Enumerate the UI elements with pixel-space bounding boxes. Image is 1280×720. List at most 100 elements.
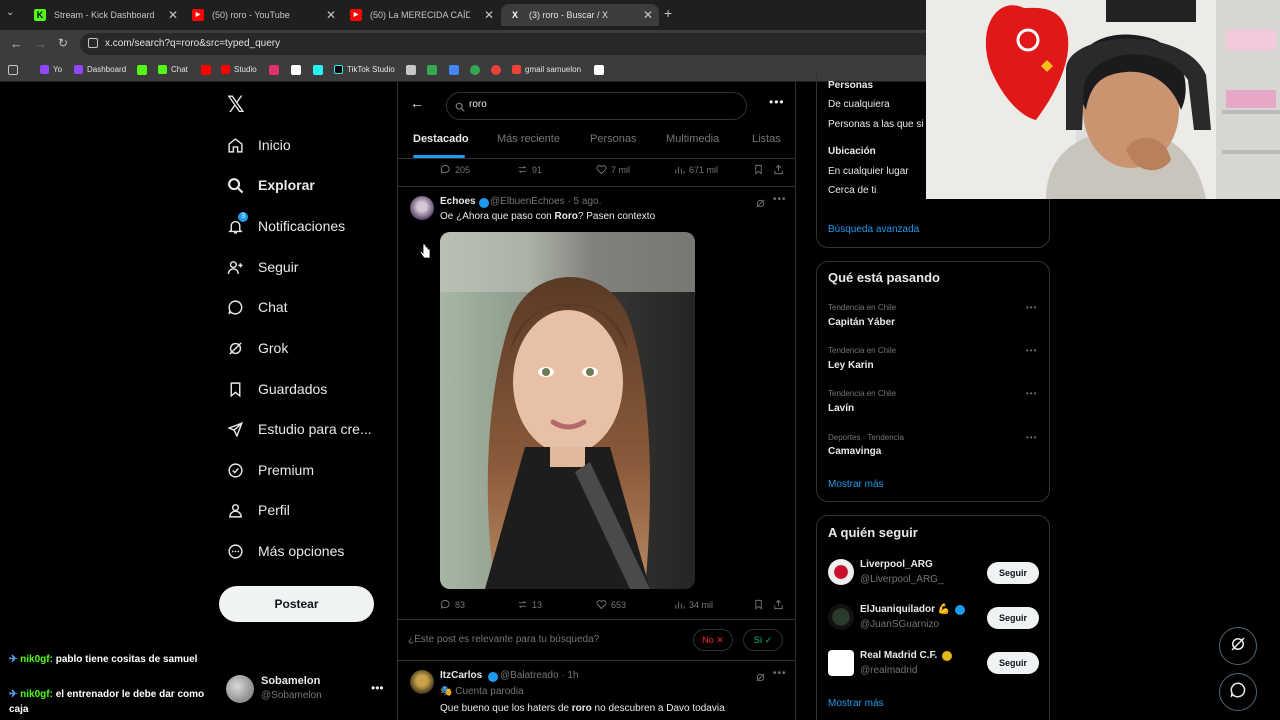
bookmark-tiktok-studio[interactable]: TikTok Studio [334, 65, 395, 74]
new-tab-icon[interactable]: + [664, 5, 672, 21]
bookmark-icon-4[interactable] [470, 65, 480, 75]
bookmark-gmail[interactable]: gmail samuelon [512, 65, 581, 74]
bookmark-icon-3[interactable] [449, 65, 459, 75]
filter-option-cualquier-lugar[interactable]: En cualquier lugar [828, 166, 909, 177]
avatar[interactable] [410, 670, 434, 694]
trend-more-icon[interactable]: ••• [1026, 303, 1037, 312]
sidebar-item-mas-opciones[interactable]: Más opciones [226, 536, 344, 566]
relevance-prompt: ¿Este post es relevante para tu búsqueda… [398, 620, 795, 660]
search-box[interactable] [446, 92, 747, 120]
filter-option-cerca-de-ti[interactable]: Cerca de ti [828, 185, 876, 196]
sidebar-item-grok[interactable]: Grok [226, 333, 288, 363]
sidebar-item-notificaciones[interactable]: 3 Notificaciones [226, 211, 345, 241]
kick-bookmark-icon[interactable] [137, 65, 147, 75]
instagram-bookmark-icon[interactable] [269, 65, 279, 75]
bookmark-chat[interactable]: Chat [158, 65, 188, 74]
filter-option-de-cualquiera[interactable]: De cualquiera [828, 99, 890, 110]
post-button[interactable]: Postear [219, 586, 374, 622]
account-switcher[interactable]: Sobamelon @Sobamelon ••• [226, 671, 386, 707]
apps-grid-icon[interactable] [8, 65, 18, 75]
sidebar-item-chat[interactable]: Chat [226, 292, 288, 322]
avatar[interactable] [828, 650, 854, 676]
bookmark-icon[interactable] [753, 599, 768, 610]
tweet-author-name[interactable]: ItzCarlos [440, 670, 482, 681]
grok-icon[interactable] [755, 670, 766, 688]
close-tab-icon[interactable]: ✕ [643, 8, 653, 22]
reload-icon[interactable]: ↻ [58, 36, 68, 50]
share-icon[interactable] [773, 599, 788, 610]
show-more-follow-link[interactable]: Mostrar más [828, 698, 884, 709]
follow-button[interactable]: Seguir [987, 562, 1039, 584]
like-button[interactable]: 7 mil [596, 164, 630, 175]
repost-button[interactable]: 13 [517, 599, 542, 610]
search-more-icon[interactable]: ••• [769, 95, 785, 109]
tab-destacado[interactable]: Destacado [413, 133, 469, 145]
tweet-photo[interactable] [440, 232, 695, 589]
follow-button[interactable]: Seguir [987, 607, 1039, 629]
tweet-more-icon[interactable]: ••• [773, 194, 787, 205]
sidebar-item-guardados[interactable]: Guardados [226, 374, 327, 404]
trend-more-icon[interactable]: ••• [1026, 389, 1037, 398]
sidebar-item-premium[interactable]: Premium [226, 455, 314, 485]
close-tab-icon[interactable]: ✕ [168, 8, 178, 22]
relevance-no-button[interactable]: No ✕ [693, 629, 733, 651]
grok-icon[interactable] [755, 196, 766, 214]
site-info-icon[interactable] [88, 38, 98, 48]
reply-button[interactable]: 83 [440, 599, 465, 610]
youtube-bookmark-icon[interactable] [201, 65, 211, 75]
tab-personas[interactable]: Personas [590, 133, 636, 145]
tab-mas-reciente[interactable]: Más reciente [497, 133, 560, 145]
sidebar-item-perfil[interactable]: Perfil [226, 495, 290, 525]
relevance-yes-button[interactable]: Sí ✓ [743, 629, 783, 651]
browser-tab-youtube-1[interactable]: ▶ (50) roro - YouTube ✕ [184, 4, 342, 26]
tab-listas[interactable]: Listas [752, 133, 781, 145]
bookmark-icon-6[interactable] [594, 65, 604, 75]
x-logo-icon[interactable]: 𝕏 [227, 93, 245, 118]
share-icon[interactable] [773, 164, 788, 175]
bookmark-studio[interactable]: Studio [221, 65, 257, 74]
browser-tab-kick[interactable]: K Stream - Kick Dashboard ✕ [26, 4, 184, 26]
avatar[interactable] [410, 196, 434, 220]
views-button[interactable]: 34 mil [674, 599, 713, 610]
like-button[interactable]: 653 [596, 599, 626, 610]
advanced-search-link[interactable]: Búsqueda avanzada [828, 224, 919, 235]
grok-float-button[interactable] [1219, 627, 1257, 665]
reply-button[interactable]: 205 [440, 164, 470, 175]
bookmark-dashboard[interactable]: Dashboard [74, 65, 126, 74]
browser-tab-x[interactable]: X (3) roro - Buscar / X ✕ [501, 4, 659, 26]
repost-button[interactable]: 91 [517, 164, 542, 175]
trend-more-icon[interactable]: ••• [1026, 433, 1037, 442]
back-icon[interactable]: ← [10, 36, 23, 51]
more-dots-icon[interactable]: ••• [371, 681, 384, 695]
sidebar-item-explorar[interactable]: Explorar [226, 170, 315, 200]
browser-tab-youtube-2[interactable]: ▶ (50) La MERECIDA CAÍDA de R ✕ [342, 4, 500, 26]
filter-option-personas-que-sigues[interactable]: Personas a las que si [828, 119, 924, 130]
views-button[interactable]: 671 mil [674, 164, 718, 175]
close-tab-icon[interactable]: ✕ [326, 8, 336, 22]
tweet-author-name[interactable]: Echoes [440, 196, 476, 207]
x-bookmark-icon[interactable] [291, 65, 301, 75]
tab-multimedia[interactable]: Multimedia [666, 133, 719, 145]
bookmark-icon-1[interactable] [406, 65, 416, 75]
avatar[interactable] [828, 559, 854, 585]
tiktok-bookmark-icon[interactable] [313, 65, 323, 75]
bookmark-icon-2[interactable] [427, 65, 437, 75]
trend-context: Deportes · Tendencia [828, 433, 904, 442]
tab-search-chevron-icon[interactable]: ⌄ [6, 7, 14, 18]
avatar[interactable] [828, 604, 854, 630]
sidebar-item-estudio[interactable]: Estudio para cre... [226, 414, 372, 444]
show-more-trends-link[interactable]: Mostrar más [828, 479, 884, 490]
tweet-more-icon[interactable]: ••• [773, 668, 787, 679]
search-input[interactable] [469, 99, 729, 110]
bookmark-icon-5[interactable] [491, 65, 501, 75]
messages-float-button[interactable] [1219, 673, 1257, 711]
close-tab-icon[interactable]: ✕ [484, 8, 494, 22]
sidebar-item-inicio[interactable]: Inicio [226, 130, 291, 160]
bookmark-yo[interactable]: Yo [40, 65, 62, 74]
forward-icon[interactable]: → [34, 36, 47, 51]
bookmark-icon[interactable] [753, 164, 768, 175]
follow-button[interactable]: Seguir [987, 652, 1039, 674]
back-arrow-icon[interactable]: ← [410, 95, 424, 111]
trend-more-icon[interactable]: ••• [1026, 346, 1037, 355]
sidebar-item-seguir[interactable]: Seguir [226, 252, 298, 282]
